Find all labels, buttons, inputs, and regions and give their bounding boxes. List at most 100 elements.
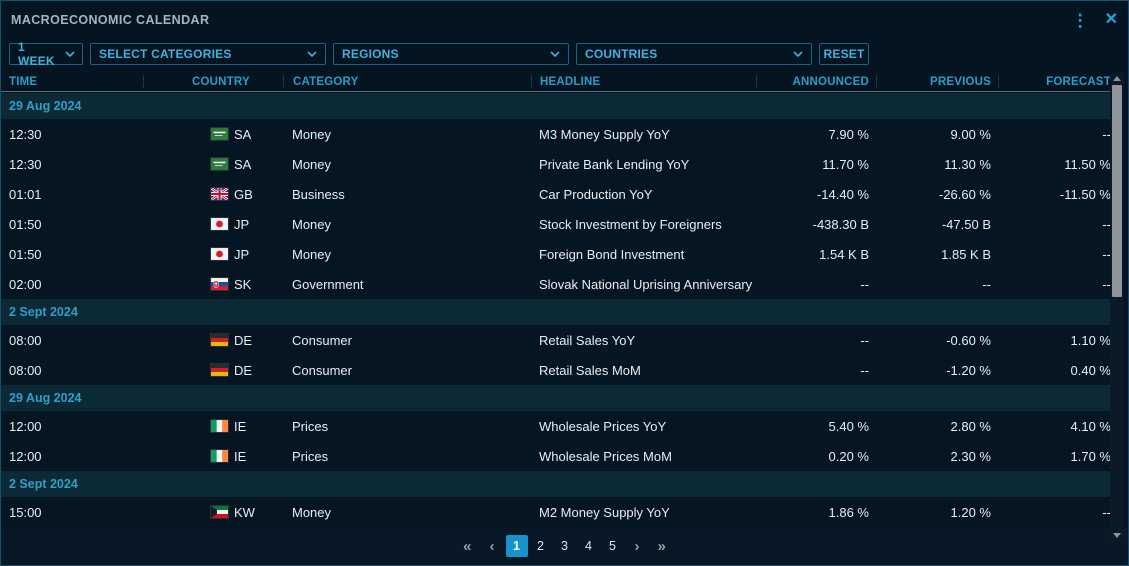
cell-forecast: 0.40 % — [998, 355, 1111, 385]
column-header-headline[interactable]: HEADLINE — [531, 75, 756, 88]
cell-country: GB — [143, 179, 283, 209]
cell-forecast: -- — [998, 269, 1111, 299]
cell-category: Business — [283, 179, 531, 209]
reset-button-label: RESET — [824, 47, 865, 61]
titlebar-actions: ⋮ ✕ — [1072, 12, 1118, 29]
date-group-label: 29 Aug 2024 — [9, 391, 82, 405]
country-code: SA — [234, 127, 251, 142]
vertical-scrollbar[interactable] — [1110, 73, 1124, 541]
column-header-forecast[interactable]: FORECAST — [998, 75, 1111, 88]
cell-category: Consumer — [283, 325, 531, 355]
flag-sa-icon — [211, 158, 228, 170]
regions-dropdown[interactable]: REGIONS — [333, 43, 569, 65]
page-button-2[interactable]: 2 — [530, 535, 552, 557]
table-row[interactable]: 01:50JPMoneyStock Investment by Foreigne… — [1, 209, 1111, 239]
table-row[interactable]: 08:00DEConsumerRetail Sales MoM---1.20 %… — [1, 355, 1111, 385]
page-button-1[interactable]: 1 — [506, 535, 528, 557]
date-group-header: 29 Aug 2024 — [1, 93, 1111, 119]
cell-country: IE — [143, 411, 283, 441]
filter-bar: 1 WEEK SELECT CATEGORIES REGIONS COUNTRI… — [9, 43, 869, 65]
cell-announced: 1.86 % — [756, 497, 876, 527]
cell-time: 12:30 — [1, 119, 143, 149]
cell-announced: 1.54 K B — [756, 239, 876, 269]
table-row[interactable]: 01:50JPMoneyForeign Bond Investment1.54 … — [1, 239, 1111, 269]
cell-announced: 0.20 % — [756, 441, 876, 471]
column-header-category[interactable]: CATEGORY — [283, 75, 531, 88]
table-row[interactable]: 08:00DEConsumerRetail Sales YoY---0.60 %… — [1, 325, 1111, 355]
cell-time: 12:00 — [1, 441, 143, 471]
page-button-3[interactable]: 3 — [554, 535, 576, 557]
cell-announced: 7.90 % — [756, 119, 876, 149]
reset-button[interactable]: RESET — [819, 43, 869, 65]
cell-country: KW — [143, 497, 283, 527]
cell-previous: 9.00 % — [876, 119, 998, 149]
country-code: DE — [234, 363, 252, 378]
cell-time: 01:01 — [1, 179, 143, 209]
scrollbar-thumb[interactable] — [1112, 85, 1122, 297]
scroll-down-icon[interactable] — [1113, 533, 1121, 538]
last-page-icon[interactable]: » — [651, 539, 673, 554]
table-row[interactable]: 02:00SKGovernmentSlovak National Uprisin… — [1, 269, 1111, 299]
cell-previous: 2.30 % — [876, 441, 998, 471]
cell-forecast: 1.10 % — [998, 325, 1111, 355]
column-header-time[interactable]: TIME — [1, 75, 143, 88]
page-button-5[interactable]: 5 — [602, 535, 624, 557]
country-code: SA — [234, 157, 251, 172]
cell-country: DE — [143, 355, 283, 385]
table-row[interactable]: 12:00IEPricesWholesale Prices MoM0.20 %2… — [1, 441, 1111, 471]
country-code: IE — [234, 419, 246, 434]
cell-category: Money — [283, 209, 531, 239]
cell-headline: Private Bank Lending YoY — [531, 149, 756, 179]
cell-time: 01:50 — [1, 239, 143, 269]
cell-country: SA — [143, 119, 283, 149]
cell-previous: -- — [876, 269, 998, 299]
table-row[interactable]: 12:30SAMoneyPrivate Bank Lending YoY11.7… — [1, 149, 1111, 179]
cell-forecast: 4.10 % — [998, 411, 1111, 441]
country-code: KW — [234, 505, 255, 520]
cell-previous: -47.50 B — [876, 209, 998, 239]
period-dropdown[interactable]: 1 WEEK — [9, 43, 83, 65]
cell-headline: Retail Sales YoY — [531, 325, 756, 355]
cell-forecast: -- — [998, 239, 1111, 269]
cell-forecast: -- — [998, 119, 1111, 149]
next-page-icon[interactable]: › — [628, 539, 647, 554]
cell-forecast: -- — [998, 497, 1111, 527]
kebab-menu-icon[interactable]: ⋮ — [1072, 12, 1089, 29]
cell-category: Prices — [283, 441, 531, 471]
table-row[interactable]: 12:30 SA MoneyM3 Money Supply YoY7.90 %9.0… — [1, 119, 1111, 149]
pagination: « ‹ 12345 › » — [1, 527, 1128, 565]
cell-time: 15:00 — [1, 497, 143, 527]
cell-previous: -26.60 % — [876, 179, 998, 209]
flag-ie-icon — [211, 420, 228, 432]
close-icon[interactable]: ✕ — [1105, 12, 1118, 28]
first-page-icon[interactable]: « — [456, 539, 478, 554]
macro-calendar-widget: MACROECONOMIC CALENDAR ⋮ ✕ 1 WEEK SELECT… — [0, 0, 1129, 566]
column-header-announced[interactable]: ANNOUNCED — [756, 75, 876, 88]
cell-forecast: -- — [998, 209, 1111, 239]
table-row[interactable]: 12:00IEPricesWholesale Prices YoY5.40 %2… — [1, 411, 1111, 441]
cell-announced: -- — [756, 355, 876, 385]
flag-jp-icon — [211, 248, 228, 260]
cell-previous: 11.30 % — [876, 149, 998, 179]
table-row[interactable]: 15:00KWMoneyM2 Money Supply YoY1.86 %1.2… — [1, 497, 1111, 527]
title-bar: MACROECONOMIC CALENDAR ⋮ ✕ — [1, 1, 1128, 39]
column-header-previous[interactable]: PREVIOUS — [876, 75, 998, 88]
flag-de-icon — [211, 364, 228, 376]
cell-headline: M3 Money Supply YoY — [531, 119, 756, 149]
previous-page-icon[interactable]: ‹ — [483, 539, 502, 554]
flag-ie-icon — [211, 450, 228, 462]
cell-country: DE — [143, 325, 283, 355]
country-code: JP — [234, 217, 249, 232]
cell-announced: -438.30 B — [756, 209, 876, 239]
column-header-country[interactable]: COUNTRY — [143, 75, 283, 88]
cell-headline: Wholesale Prices MoM — [531, 441, 756, 471]
page-button-4[interactable]: 4 — [578, 535, 600, 557]
categories-dropdown[interactable]: SELECT CATEGORIES — [90, 43, 326, 65]
cell-category: Money — [283, 239, 531, 269]
cell-category: Money — [283, 119, 531, 149]
countries-dropdown[interactable]: COUNTRIES — [576, 43, 812, 65]
cell-category: Prices — [283, 411, 531, 441]
scroll-up-icon[interactable] — [1113, 76, 1121, 81]
cell-time: 02:00 — [1, 269, 143, 299]
table-row[interactable]: 01:01GBBusinessCar Production YoY-14.40 … — [1, 179, 1111, 209]
